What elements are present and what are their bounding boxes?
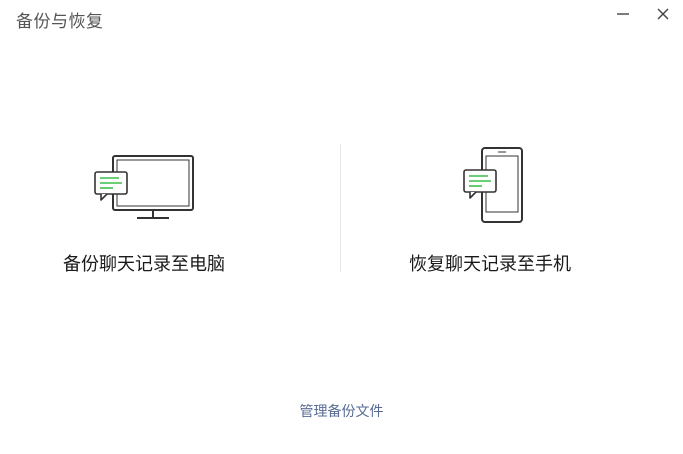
manage-backup-files-link: 管理备份文件	[0, 401, 683, 421]
backup-restore-window: 备份与恢复 备份聊天记录至电脑 恢复聊天记录至手机 管理备份文件	[0, 0, 683, 454]
backup-to-pc-label: 备份聊天记录至电脑	[63, 254, 225, 275]
phone-chat-icon	[450, 144, 530, 230]
window-title: 备份与恢复	[16, 12, 104, 32]
manage-backup-files-label[interactable]: 管理备份文件	[300, 404, 384, 420]
restore-to-phone-option[interactable]: 恢复聊天记录至手机	[370, 140, 610, 280]
minimize-button[interactable]	[606, 0, 640, 28]
close-button[interactable]	[646, 0, 680, 28]
backup-to-pc-option[interactable]: 备份聊天记录至电脑	[24, 140, 264, 280]
close-icon	[657, 8, 669, 20]
restore-to-phone-label: 恢复聊天记录至手机	[409, 254, 571, 275]
monitor-chat-icon	[89, 144, 199, 230]
divider	[340, 144, 341, 272]
minimize-icon	[617, 13, 629, 15]
